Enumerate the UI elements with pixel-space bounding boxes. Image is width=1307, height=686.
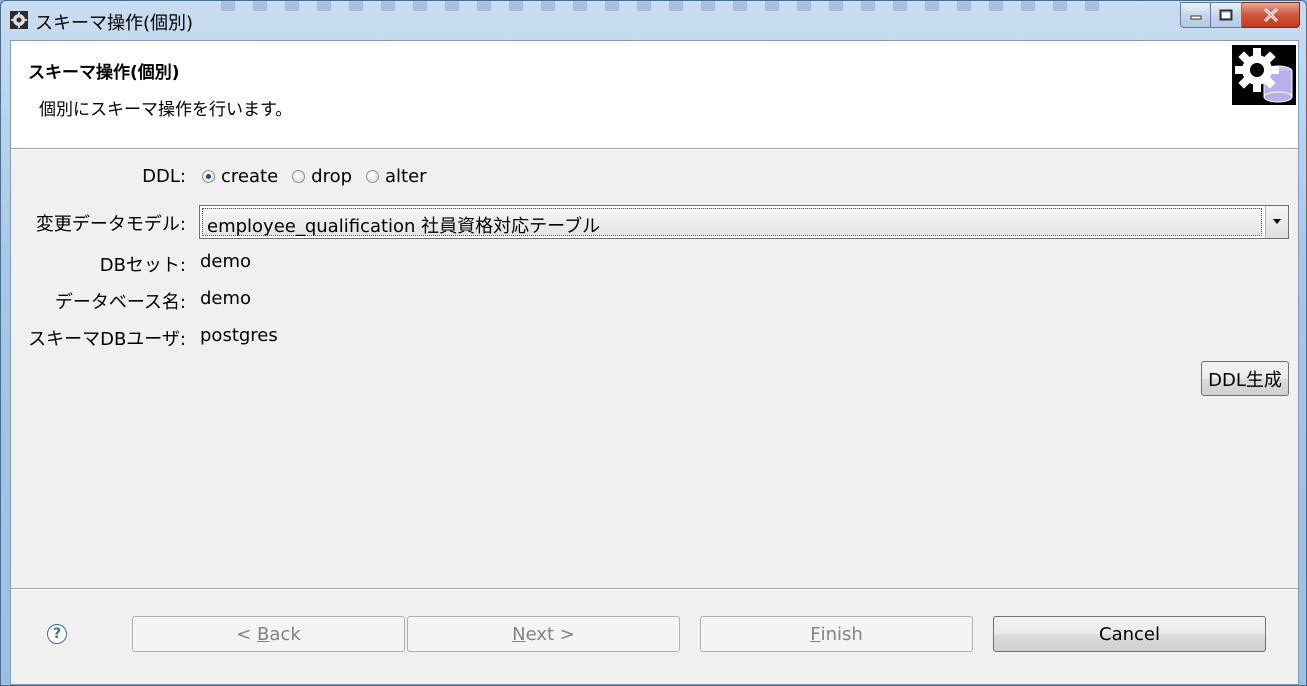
cancel-button[interactable]: Cancel — [993, 616, 1266, 652]
radio-create-label: create — [221, 166, 279, 187]
radio-alter-label: alter — [385, 166, 427, 187]
ddl-label: DDL: — [142, 166, 186, 187]
dbset-label: DBセット: — [99, 255, 186, 276]
data-model-select-focus: employee_qualification 社員資格対応テーブル — [202, 208, 1262, 237]
minimize-icon — [1190, 15, 1201, 20]
maximize-button[interactable] — [1211, 2, 1242, 28]
next-button[interactable]: Next > — [407, 616, 680, 652]
data-model-select-value: employee_qualification 社員資格対応テーブル — [207, 216, 601, 237]
schema-gear-icon — [1232, 45, 1296, 105]
dialog-client-area: スキーマ操作(個別) 個別にスキーマ操作を行います。 DDL: create d… — [10, 40, 1299, 685]
dbname-label: データベース名: — [54, 292, 186, 313]
page-description: 個別にスキーマ操作を行います。 — [39, 100, 293, 120]
back-button-prefix: < — [236, 623, 258, 645]
close-icon — [1263, 8, 1278, 22]
header-separator — [11, 149, 1298, 150]
finish-button[interactable]: Finish — [700, 616, 973, 652]
wizard-header: スキーマ操作(個別) 個別にスキーマ操作を行います。 — [11, 41, 1298, 149]
dbname-value: demo — [200, 288, 252, 309]
dbuser-value: postgres — [200, 325, 278, 346]
finish-button-mnemonic: F — [810, 623, 821, 645]
radio-create-indicator[interactable] — [202, 170, 215, 183]
data-model-select[interactable]: employee_qualification 社員資格対応テーブル — [199, 205, 1289, 239]
radio-drop[interactable]: drop — [292, 166, 352, 187]
next-button-rest: ext > — [525, 623, 575, 645]
page-title: スキーマ操作(個別) — [28, 63, 180, 83]
radio-alter[interactable]: alter — [366, 166, 427, 187]
title-bar[interactable]: スキーマ操作(個別) — [1, 1, 1306, 39]
generate-ddl-button[interactable]: DDL生成 — [1201, 361, 1289, 396]
window-title: スキーマ操作(個別) — [35, 13, 194, 34]
back-button[interactable]: < Back — [132, 616, 405, 652]
radio-alter-indicator[interactable] — [366, 170, 380, 183]
close-button[interactable] — [1242, 2, 1300, 28]
footer-separator-highlight — [11, 589, 1298, 590]
radio-drop-label: drop — [311, 166, 353, 187]
next-button-mnemonic: N — [512, 623, 526, 645]
maximize-icon — [1219, 9, 1233, 21]
ddl-radio-group: create drop alter — [202, 166, 441, 187]
window-controls — [1180, 2, 1300, 30]
dbuser-label: スキーマDBユーザ: — [28, 329, 186, 350]
radio-drop-indicator[interactable] — [292, 170, 306, 183]
minimize-button[interactable] — [1180, 2, 1211, 28]
back-button-rest: ack — [269, 623, 301, 645]
gear-app-icon — [10, 11, 28, 29]
chevron-down-icon — [1273, 219, 1281, 224]
back-button-mnemonic: B — [257, 623, 270, 645]
finish-button-rest: inish — [820, 623, 863, 645]
dbset-value: demo — [200, 251, 252, 272]
radio-create[interactable]: create — [202, 166, 278, 187]
dialog-window: スキーマ操作(個別) スキーマ操作(個別) 個別にスキーマ操作を行います。 DD… — [0, 0, 1307, 686]
dropdown-arrow-button[interactable] — [1265, 206, 1288, 238]
help-icon[interactable]: ? — [47, 624, 67, 644]
model-label: 変更データモデル: — [35, 214, 186, 235]
